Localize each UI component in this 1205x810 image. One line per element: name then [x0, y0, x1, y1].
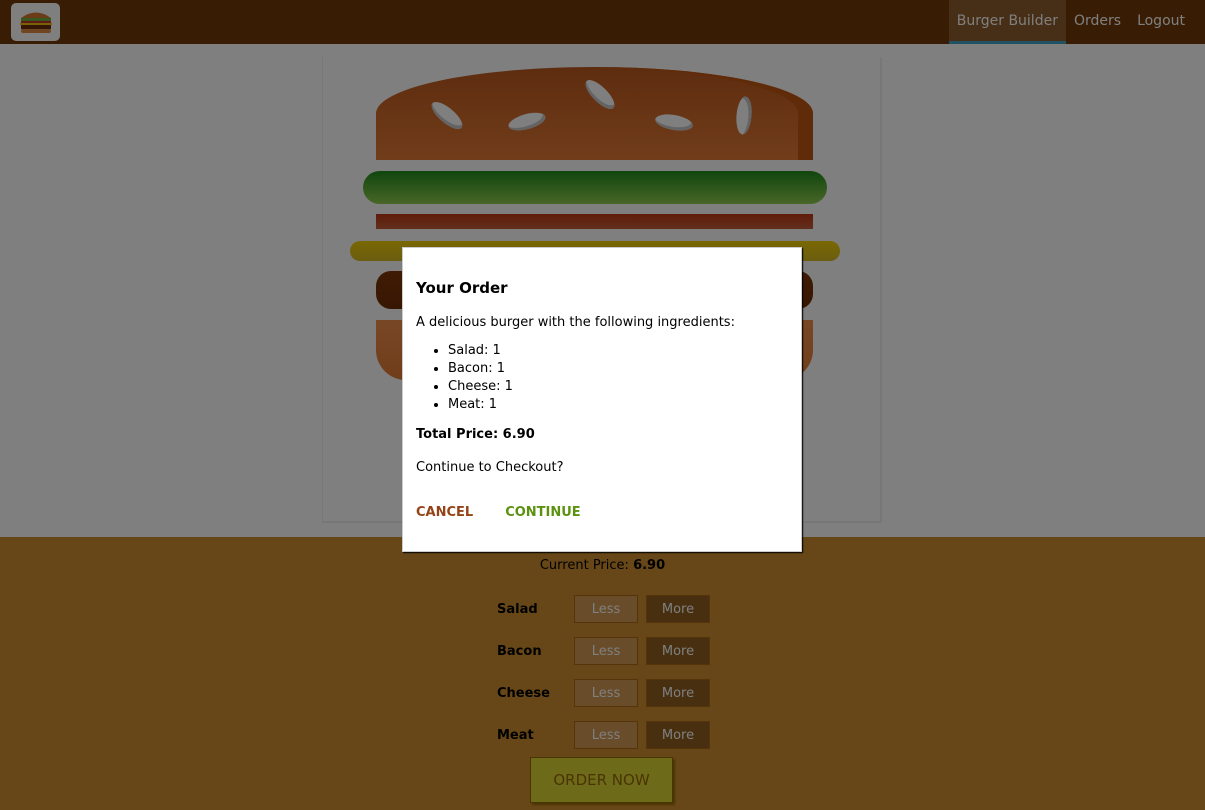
cancel-button[interactable]: CANCEL	[416, 505, 473, 520]
modal-actions: CANCEL CONTINUE	[416, 505, 788, 520]
modal-title: Your Order	[416, 279, 508, 297]
list-item: Salad: 1	[448, 342, 788, 360]
modal-intro: A delicious burger with the following in…	[416, 315, 735, 330]
list-item: Meat: 1	[448, 396, 788, 414]
ingredient-list: Salad: 1 Bacon: 1 Cheese: 1 Meat: 1	[416, 342, 788, 414]
checkout-question: Continue to Checkout?	[416, 460, 564, 475]
list-item: Bacon: 1	[448, 360, 788, 378]
total-price: Total Price: 6.90	[416, 427, 535, 442]
list-item: Cheese: 1	[448, 378, 788, 396]
order-summary-modal: Your Order A delicious burger with the f…	[402, 247, 802, 552]
continue-button[interactable]: CONTINUE	[505, 505, 581, 520]
